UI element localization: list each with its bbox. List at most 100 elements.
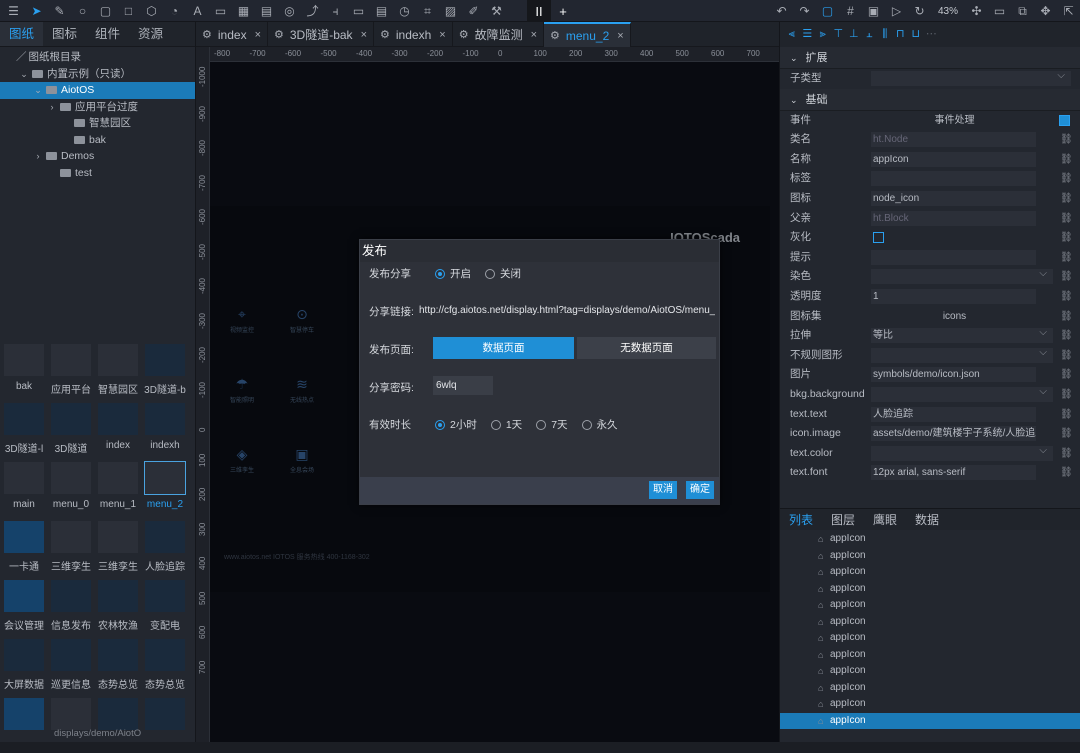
drawing-thumbnail[interactable]: 大屏数据 [0,635,47,694]
tree-node[interactable]: 智慧园区 [0,115,195,132]
drawing-thumbnail[interactable] [141,694,188,753]
tree-node[interactable]: ⌄ AiotOS [0,82,195,99]
drawing-thumbnail[interactable]: 巡更信息 [47,635,94,694]
tree-node[interactable]: bak [0,132,195,149]
property-checkbox[interactable] [873,232,884,244]
property-value[interactable]: ht.Block [871,210,1036,226]
duration-1d-radio[interactable]: 1天 [490,417,522,432]
tab-resources[interactable]: 资源 [129,22,172,46]
node-list-item[interactable]: ⌂ appIcon [780,597,1080,614]
table-icon[interactable]: ▤ [370,0,393,22]
tool-icon[interactable]: ⚒ [485,0,508,22]
editor-tab[interactable]: ⚙ 3D隧道-bak × [268,22,374,47]
property-value[interactable] [871,445,1053,461]
more-align-icon[interactable]: ⋯ [924,29,940,40]
tree-node[interactable]: ⌄ 内置示例（只读） [0,66,195,83]
node-list-item[interactable]: ⌂ appIcon [780,564,1080,581]
monitor-icon[interactable]: ▭ [209,0,232,22]
panel-icon[interactable]: ▦ [232,0,255,22]
window-icon[interactable]: ▭ [988,0,1011,22]
property-value[interactable] [871,171,1036,187]
align-bottom-icon[interactable]: ⫠ [862,29,878,40]
tab-layers[interactable]: 图层 [822,509,864,530]
drawing-thumbnail[interactable]: 三维孪生 [47,517,94,576]
drawing-thumbnail[interactable]: 态势总览 [94,635,141,694]
distribute-icon[interactable]: ⊔ [908,29,924,40]
property-value[interactable]: appIcon [871,151,1036,167]
pause-button[interactable]: II [527,0,551,22]
link-icon[interactable]: ⛓ [1060,228,1073,248]
drawing-thumbnail[interactable]: 态势总览 [141,635,188,694]
tree-arrow-icon[interactable]: ⌄ [18,66,30,83]
close-tab-icon[interactable]: × [617,30,623,42]
tree-node[interactable]: test [0,165,195,182]
tree-node[interactable]: ／图纸根目录 [0,49,195,66]
link-icon[interactable]: ⛓ [1060,130,1073,150]
tab-data[interactable]: 数据 [906,509,948,530]
link-icon[interactable]: ⛓ [1060,365,1073,385]
drawing-thumbnail[interactable]: 一卡通 [0,517,47,576]
drawing-thumbnail[interactable]: 3D隧道-b [141,340,188,399]
node-list-item[interactable]: ⌂ appIcon [780,614,1080,631]
fit-view-icon[interactable]: ▢ [816,0,839,22]
section-extend[interactable]: ⌄ 扩展 [780,47,1080,69]
duration-forever-radio[interactable]: 永久 [581,417,618,432]
node-list-item[interactable]: ⌂ appIcon [780,663,1080,680]
pointer-icon[interactable]: ➤ [25,0,48,22]
tab-components[interactable]: 组件 [86,22,129,46]
distribute-h-icon[interactable]: ⫼ [877,29,893,40]
link-icon[interactable]: ⛓ [1060,405,1073,425]
share-off-radio[interactable]: 关闭 [485,266,521,281]
gauge-icon[interactable]: ◎ [278,0,301,22]
drawing-thumbnail[interactable]: 应用平台 [47,340,94,399]
clock-icon[interactable]: ◷ [393,0,416,22]
link-icon[interactable]: ⛓ [1060,287,1073,307]
tab-drawings[interactable]: 图纸 [0,22,44,46]
link-icon[interactable]: ⛓ [1060,326,1073,346]
add-tab-button[interactable]: + [551,0,575,22]
zoom-level[interactable]: 43% [931,6,965,17]
node-list-item[interactable]: ⌂ appIcon [780,680,1080,697]
drawing-thumbnail[interactable]: 人脸追踪 [141,517,188,576]
node-list-item[interactable]: ⌂ appIcon [780,712,1080,729]
text-icon[interactable]: A [186,0,209,22]
property-value[interactable]: 人脸追踪 [871,406,1036,422]
drawing-thumbnail[interactable] [47,694,94,753]
drawing-thumbnail[interactable]: 3D隧道-l [0,399,47,458]
drawing-thumbnail[interactable]: 农林牧渔 [94,576,141,635]
grid-icon[interactable]: # [839,0,862,22]
play-icon[interactable]: ▷ [885,0,908,22]
node-list-item[interactable]: ⌂ appIcon [780,548,1080,565]
align-left-icon[interactable]: ⫷ [784,29,800,40]
image-icon[interactable]: ▨ [439,0,462,22]
move-icon[interactable]: ✥ [1034,0,1057,22]
section-basic[interactable]: ⌄ 基础 [780,88,1080,111]
close-tab-icon[interactable]: × [531,29,537,41]
tree-node[interactable]: › Demos [0,148,195,165]
drawing-thumbnail[interactable]: 变配电 [141,576,188,635]
rounded-rect-icon[interactable]: ▢ [94,0,117,22]
tab-icons[interactable]: 图标 [43,22,86,46]
property-value[interactable] [871,386,1053,402]
editor-tab[interactable]: ⚙ index × [196,22,268,47]
drawing-thumbnail[interactable]: 智慧园区 [94,340,141,399]
drawing-thumbnail[interactable]: indexh [141,399,188,458]
confirm-button[interactable]: 确定 [686,481,714,499]
password-field[interactable]: 6wlq [433,376,493,395]
drawing-thumbnail[interactable]: main [0,458,47,517]
link-icon[interactable]: ⛓ [1060,444,1073,464]
align-top-icon[interactable]: ⊤ [831,29,847,40]
save-file-icon[interactable]: ▣ [862,0,885,22]
link-icon[interactable]: ⌗ [416,0,439,22]
drawing-thumbnail[interactable]: bak [0,340,47,399]
drawing-thumbnail[interactable] [94,694,141,753]
drawing-thumbnail[interactable]: 3D隧道 [47,399,94,458]
editor-tab[interactable]: ⚙ 故障监测 × [453,22,545,47]
node-list-item[interactable]: ⌂ appIcon [780,581,1080,598]
drawing-thumbnail[interactable] [0,694,47,753]
property-value[interactable]: symbols/demo/icon.json [871,367,1036,383]
tree-arrow-icon[interactable]: › [32,148,44,165]
link-icon[interactable]: ⛓ [1060,307,1073,327]
drawing-thumbnail[interactable]: index [94,399,141,458]
tree-arrow-icon[interactable]: › [46,99,58,116]
